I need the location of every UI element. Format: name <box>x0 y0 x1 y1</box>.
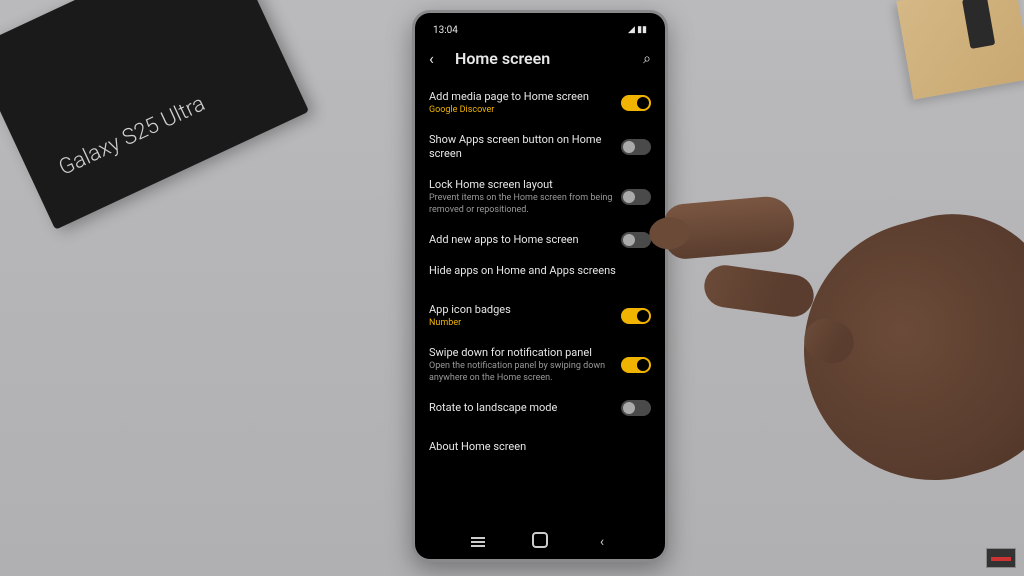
setting-hide-apps[interactable]: Hide apps on Home and Apps screens <box>427 256 653 286</box>
setting-add-new-apps[interactable]: Add new apps to Home screen <box>427 224 653 256</box>
setting-rotate[interactable]: Rotate to landscape mode <box>427 392 653 424</box>
setting-title: About Home screen <box>429 440 651 454</box>
product-box-label: Galaxy S25 Ultra <box>55 91 209 181</box>
toggle-rotate[interactable] <box>621 400 651 416</box>
back-icon[interactable]: ‹ <box>429 49 445 68</box>
nav-back-icon[interactable]: ‹ <box>592 534 612 550</box>
divider <box>427 287 653 295</box>
phone-frame: 13:04 ◢ ▮▮ ‹ Home screen ⌕ Add media pag… <box>412 10 668 562</box>
toggle-media-page[interactable] <box>621 95 651 111</box>
setting-subtitle: Google Discover <box>429 105 613 117</box>
nav-recent-icon[interactable] <box>468 534 488 550</box>
toggle-apps-button[interactable] <box>621 139 651 155</box>
settings-header: ‹ Home screen ⌕ <box>427 39 653 82</box>
setting-title: Show Apps screen button on Home screen <box>429 133 613 162</box>
status-time: 13:04 <box>433 25 458 36</box>
setting-title: Add new apps to Home screen <box>429 233 613 247</box>
toggle-icon-badges[interactable] <box>621 308 651 324</box>
divider <box>427 424 653 432</box>
setting-lock-layout[interactable]: Lock Home screen layout Prevent items on… <box>427 170 653 225</box>
nav-home-icon[interactable] <box>530 532 550 552</box>
watermark-logo <box>986 548 1016 568</box>
nav-bar: ‹ <box>427 525 653 553</box>
setting-icon-badges[interactable]: App icon badges Number <box>427 295 653 338</box>
setting-about[interactable]: About Home screen <box>427 432 653 462</box>
setting-title: Rotate to landscape mode <box>429 401 613 415</box>
setting-swipe-notif[interactable]: Swipe down for notification panel Open t… <box>427 338 653 393</box>
setting-subtitle: Prevent items on the Home screen from be… <box>429 193 613 216</box>
setting-subtitle: Open the notification panel by swiping d… <box>429 361 613 384</box>
setting-title: Hide apps on Home and Apps screens <box>429 264 651 278</box>
settings-list[interactable]: Add media page to Home screen Google Dis… <box>427 82 653 525</box>
phone-screen: 13:04 ◢ ▮▮ ‹ Home screen ⌕ Add media pag… <box>415 13 665 559</box>
toggle-swipe-notif[interactable] <box>621 357 651 373</box>
setting-title: Lock Home screen layout <box>429 178 613 192</box>
search-icon[interactable]: ⌕ <box>643 51 651 67</box>
setting-title: Add media page to Home screen <box>429 90 613 104</box>
status-bar: 13:04 ◢ ▮▮ <box>427 21 653 39</box>
status-icons: ◢ ▮▮ <box>628 25 647 35</box>
setting-apps-button[interactable]: Show Apps screen button on Home screen <box>427 125 653 170</box>
toggle-lock-layout[interactable] <box>621 189 651 205</box>
toggle-add-new-apps[interactable] <box>621 232 651 248</box>
setting-media-page[interactable]: Add media page to Home screen Google Dis… <box>427 82 653 125</box>
setting-title: App icon badges <box>429 303 613 317</box>
setting-title: Swipe down for notification panel <box>429 346 613 360</box>
setting-subtitle: Number <box>429 318 613 330</box>
page-title: Home screen <box>455 49 633 68</box>
